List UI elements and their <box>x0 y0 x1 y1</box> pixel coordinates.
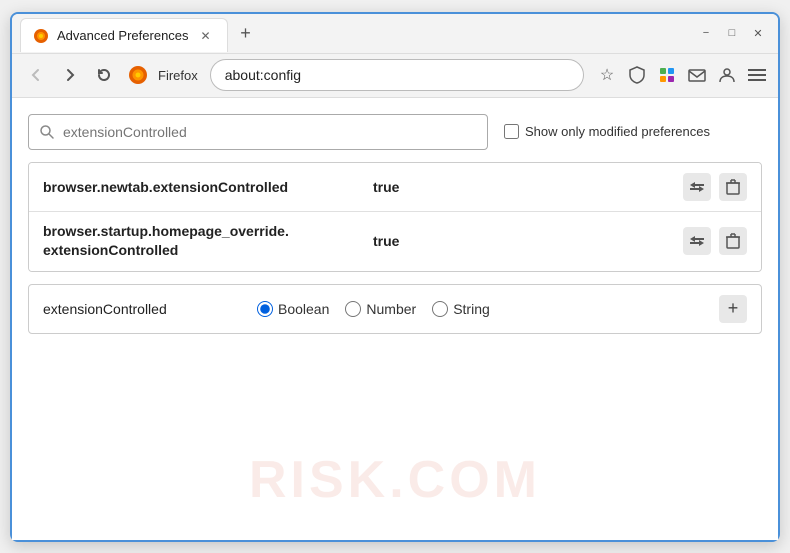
string-radio[interactable] <box>432 301 448 317</box>
maximize-button[interactable]: □ <box>724 25 740 41</box>
title-bar: Advanced Preferences ✕ + − □ ✕ <box>12 14 778 54</box>
browser-label: Firefox <box>158 68 198 83</box>
results-table: browser.newtab.extensionControlled true <box>28 162 762 272</box>
type-radio-group: Boolean Number String <box>257 301 705 317</box>
new-pref-name: extensionControlled <box>43 301 243 317</box>
bookmark-icon[interactable]: ☆ <box>596 64 618 86</box>
show-modified-filter: Show only modified preferences <box>504 124 710 139</box>
firefox-logo-icon <box>128 65 148 85</box>
pref-name-2: browser.startup.homepage_override. exten… <box>43 222 363 261</box>
extension-icon[interactable] <box>656 64 678 86</box>
nav-bar: Firefox about:config ☆ <box>12 54 778 98</box>
type-number[interactable]: Number <box>345 301 416 317</box>
search-input[interactable]: extensionControlled <box>63 124 477 140</box>
toggle-button-1[interactable] <box>683 173 711 201</box>
string-label: String <box>453 301 490 317</box>
tab-title: Advanced Preferences <box>57 28 189 43</box>
pref-value-2: true <box>373 233 673 249</box>
url-bar[interactable]: about:config <box>210 59 584 91</box>
toggle-icon <box>689 235 705 247</box>
shield-icon[interactable] <box>626 64 648 86</box>
show-modified-label: Show only modified preferences <box>525 124 710 139</box>
menu-icon[interactable] <box>746 64 768 86</box>
show-modified-checkbox[interactable] <box>504 124 519 139</box>
forward-icon <box>63 68 77 82</box>
watermark: RISK.COM <box>249 450 541 510</box>
table-row: browser.startup.homepage_override. exten… <box>29 212 761 271</box>
trash-icon <box>726 179 740 195</box>
delete-button-2[interactable] <box>719 227 747 255</box>
number-radio[interactable] <box>345 301 361 317</box>
pref-name-1: browser.newtab.extensionControlled <box>43 179 363 195</box>
boolean-radio[interactable] <box>257 301 273 317</box>
tab-favicon <box>33 28 49 44</box>
mail-icon[interactable] <box>686 64 708 86</box>
row-actions-2 <box>683 227 747 255</box>
url-text: about:config <box>225 67 301 83</box>
tab-close-button[interactable]: ✕ <box>197 27 215 45</box>
forward-button[interactable] <box>56 61 84 89</box>
content-area: RISK.COM extensionControlled Show only m… <box>12 98 778 540</box>
search-icon <box>39 124 55 140</box>
toggle-button-2[interactable] <box>683 227 711 255</box>
type-boolean[interactable]: Boolean <box>257 301 329 317</box>
search-box[interactable]: extensionControlled <box>28 114 488 150</box>
trash-icon <box>726 233 740 249</box>
back-icon <box>29 68 43 82</box>
back-button[interactable] <box>22 61 50 89</box>
close-button[interactable]: ✕ <box>750 25 766 41</box>
pref-value-1: true <box>373 179 673 195</box>
search-row: extensionControlled Show only modified p… <box>28 114 762 150</box>
table-row: browser.newtab.extensionControlled true <box>29 163 761 212</box>
browser-window: Advanced Preferences ✕ + − □ ✕ <box>10 12 780 542</box>
number-label: Number <box>366 301 416 317</box>
delete-button-1[interactable] <box>719 173 747 201</box>
active-tab[interactable]: Advanced Preferences ✕ <box>20 18 228 52</box>
toggle-icon <box>689 181 705 193</box>
type-string[interactable]: String <box>432 301 490 317</box>
account-icon[interactable] <box>716 64 738 86</box>
add-preference-row: extensionControlled Boolean Number Strin… <box>28 284 762 334</box>
minimize-button[interactable]: − <box>698 25 714 41</box>
boolean-label: Boolean <box>278 301 329 317</box>
nav-right-icons: ☆ <box>596 64 768 86</box>
new-tab-button[interactable]: + <box>232 19 260 47</box>
reload-button[interactable] <box>90 61 118 89</box>
add-preference-button[interactable]: + <box>719 295 747 323</box>
window-controls: − □ ✕ <box>698 25 770 41</box>
reload-icon <box>97 68 111 82</box>
row-actions-1 <box>683 173 747 201</box>
